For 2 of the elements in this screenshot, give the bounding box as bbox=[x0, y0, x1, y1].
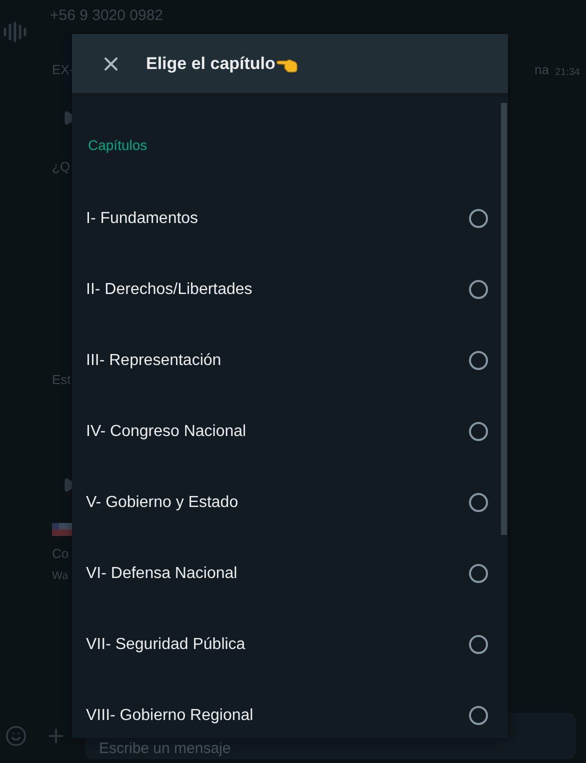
dialog-title: Elige el capítulo bbox=[146, 52, 276, 75]
section-heading: Capítulos bbox=[88, 137, 148, 153]
